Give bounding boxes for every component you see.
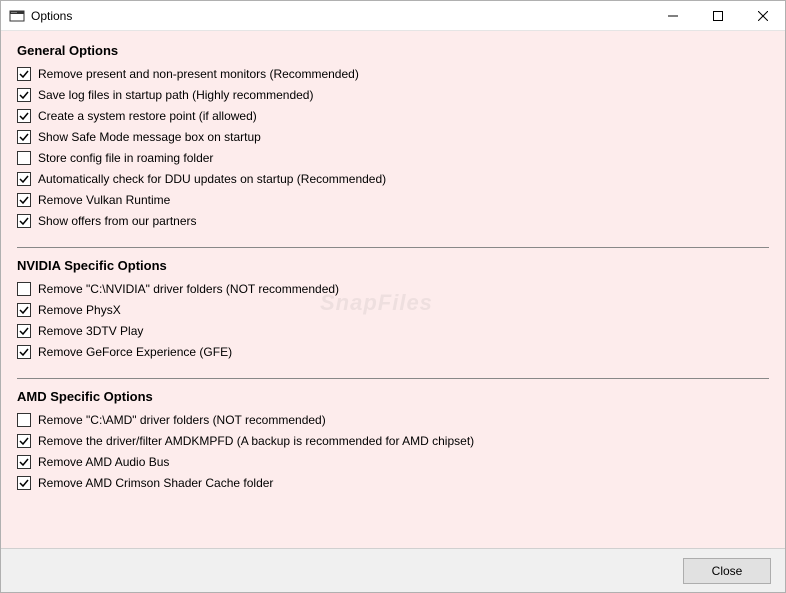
maximize-button[interactable] xyxy=(695,1,740,30)
nvidia-option-label: Remove "C:\NVIDIA" driver folders (NOT r… xyxy=(38,282,339,296)
nvidia-option-row[interactable]: Remove "C:\NVIDIA" driver folders (NOT r… xyxy=(17,279,769,299)
close-button[interactable]: Close xyxy=(683,558,771,584)
amd-checkbox[interactable] xyxy=(17,476,31,490)
general-option-row[interactable]: Save log files in startup path (Highly r… xyxy=(17,85,769,105)
general-checkbox[interactable] xyxy=(17,151,31,165)
nvidia-option-label: Remove PhysX xyxy=(38,303,121,317)
general-option-label: Remove Vulkan Runtime xyxy=(38,193,170,207)
general-checkbox[interactable] xyxy=(17,109,31,123)
close-icon xyxy=(758,11,768,21)
nvidia-option-row[interactable]: Remove 3DTV Play xyxy=(17,321,769,341)
general-option-label: Store config file in roaming folder xyxy=(38,151,213,165)
nvidia-checkbox[interactable] xyxy=(17,303,31,317)
general-option-row[interactable]: Automatically check for DDU updates on s… xyxy=(17,169,769,189)
general-checkbox[interactable] xyxy=(17,172,31,186)
general-option-row[interactable]: Remove present and non-present monitors … xyxy=(17,64,769,84)
general-option-label: Show offers from our partners xyxy=(38,214,197,228)
amd-option-row[interactable]: Remove AMD Crimson Shader Cache folder xyxy=(17,473,769,493)
general-checkbox[interactable] xyxy=(17,88,31,102)
window-controls xyxy=(650,1,785,30)
general-option-label: Automatically check for DDU updates on s… xyxy=(38,172,386,186)
minimize-icon xyxy=(668,11,678,21)
nvidia-options-heading: NVIDIA Specific Options xyxy=(17,258,769,273)
amd-checkbox[interactable] xyxy=(17,413,31,427)
nvidia-checkbox[interactable] xyxy=(17,324,31,338)
general-options-heading: General Options xyxy=(17,43,769,58)
amd-option-label: Remove AMD Audio Bus xyxy=(38,455,169,469)
amd-option-row[interactable]: Remove the driver/filter AMDKMPFD (A bac… xyxy=(17,431,769,451)
amd-option-row[interactable]: Remove AMD Audio Bus xyxy=(17,452,769,472)
general-checkbox[interactable] xyxy=(17,214,31,228)
general-option-label: Show Safe Mode message box on startup xyxy=(38,130,261,144)
amd-options-list: Remove "C:\AMD" driver folders (NOT reco… xyxy=(17,410,769,493)
amd-checkbox[interactable] xyxy=(17,455,31,469)
amd-options-heading: AMD Specific Options xyxy=(17,389,769,404)
amd-option-label: Remove "C:\AMD" driver folders (NOT reco… xyxy=(38,413,326,427)
general-option-label: Save log files in startup path (Highly r… xyxy=(38,88,313,102)
minimize-button[interactable] xyxy=(650,1,695,30)
nvidia-option-label: Remove GeForce Experience (GFE) xyxy=(38,345,232,359)
divider xyxy=(17,247,769,248)
general-option-row[interactable]: Create a system restore point (if allowe… xyxy=(17,106,769,126)
titlebar: Options xyxy=(1,1,785,31)
general-option-label: Create a system restore point (if allowe… xyxy=(38,109,257,123)
nvidia-option-label: Remove 3DTV Play xyxy=(38,324,143,338)
general-options-section: General Options Remove present and non-p… xyxy=(17,43,769,231)
nvidia-option-row[interactable]: Remove GeForce Experience (GFE) xyxy=(17,342,769,362)
amd-option-label: Remove AMD Crimson Shader Cache folder xyxy=(38,476,273,490)
amd-option-row[interactable]: Remove "C:\AMD" driver folders (NOT reco… xyxy=(17,410,769,430)
general-option-row[interactable]: Remove Vulkan Runtime xyxy=(17,190,769,210)
content-panel: General Options Remove present and non-p… xyxy=(1,31,785,548)
footer: Close xyxy=(1,548,785,592)
general-option-row[interactable]: Store config file in roaming folder xyxy=(17,148,769,168)
general-checkbox[interactable] xyxy=(17,130,31,144)
app-icon xyxy=(9,8,25,24)
window-title: Options xyxy=(31,9,72,23)
nvidia-checkbox[interactable] xyxy=(17,345,31,359)
close-window-button[interactable] xyxy=(740,1,785,30)
nvidia-options-list: Remove "C:\NVIDIA" driver folders (NOT r… xyxy=(17,279,769,362)
amd-checkbox[interactable] xyxy=(17,434,31,448)
general-checkbox[interactable] xyxy=(17,193,31,207)
general-options-list: Remove present and non-present monitors … xyxy=(17,64,769,231)
general-option-label: Remove present and non-present monitors … xyxy=(38,67,359,81)
nvidia-checkbox[interactable] xyxy=(17,282,31,296)
nvidia-options-section: NVIDIA Specific Options Remove "C:\NVIDI… xyxy=(17,258,769,362)
amd-option-label: Remove the driver/filter AMDKMPFD (A bac… xyxy=(38,434,474,448)
general-checkbox[interactable] xyxy=(17,67,31,81)
divider xyxy=(17,378,769,379)
nvidia-option-row[interactable]: Remove PhysX xyxy=(17,300,769,320)
maximize-icon xyxy=(713,11,723,21)
amd-options-section: AMD Specific Options Remove "C:\AMD" dri… xyxy=(17,389,769,493)
general-option-row[interactable]: Show Safe Mode message box on startup xyxy=(17,127,769,147)
general-option-row[interactable]: Show offers from our partners xyxy=(17,211,769,231)
